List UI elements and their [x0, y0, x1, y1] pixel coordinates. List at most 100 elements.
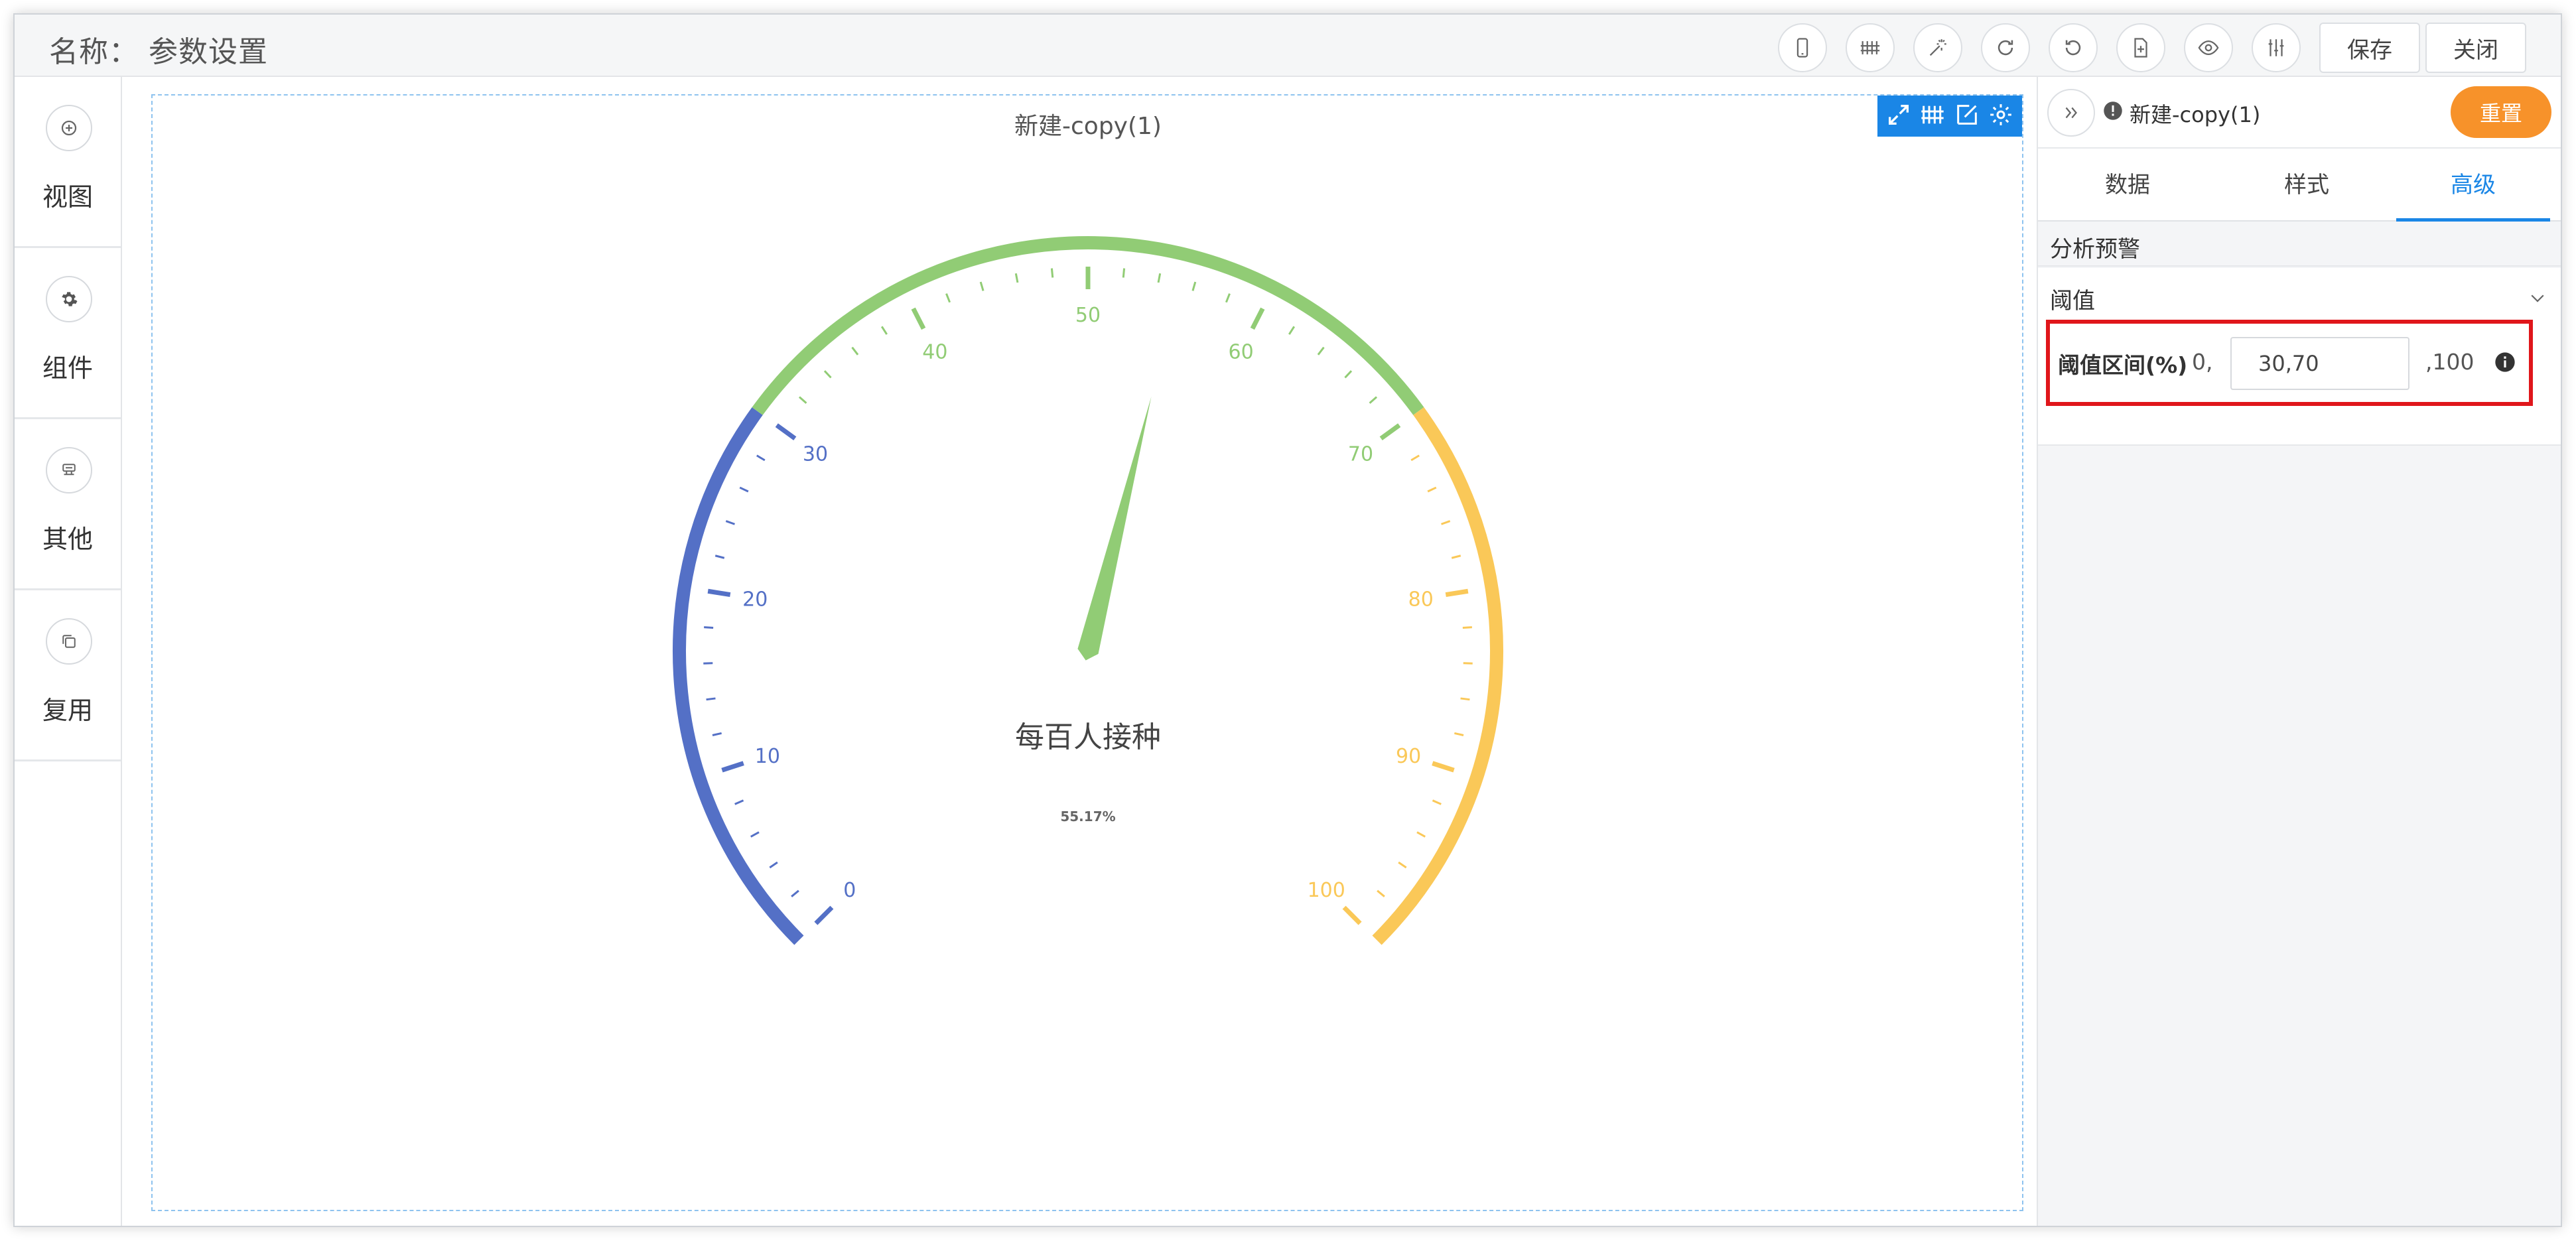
gauge-tick: [1122, 268, 1126, 278]
gauge-tick: [1342, 905, 1362, 925]
double-chevron-right-icon: [2065, 107, 2077, 119]
gauge-tick: [1225, 293, 1231, 303]
gauge-tick: [798, 396, 807, 404]
grid-icon[interactable]: [1846, 23, 1895, 72]
gauge-tick: [1427, 486, 1437, 493]
sidebar-item-label: 组件: [42, 354, 93, 383]
gauge-tick: [1410, 454, 1420, 462]
tab-style[interactable]: 样式: [2217, 149, 2396, 222]
settings-sliders-icon[interactable]: [2252, 23, 2301, 72]
gauge-chart: 新建-copy(1) 0102030405060708090100 每百人接种 …: [673, 113, 1503, 945]
gauge-tick-label: 50: [1075, 304, 1101, 327]
gauge-tick-label: 100: [1308, 879, 1345, 902]
gauge-value-label: 55.17%: [1060, 809, 1115, 824]
gauge-tick: [1454, 732, 1464, 736]
sidebar-item-label: 复用: [42, 696, 93, 725]
gauge-center-label: 每百人接种: [1015, 720, 1161, 754]
magic-icon[interactable]: [1913, 23, 1962, 72]
close-button[interactable]: 关闭: [2425, 23, 2526, 73]
sidebar-item-label: 视图: [42, 182, 93, 212]
gauge-tick: [721, 761, 744, 773]
gauge-tick: [712, 732, 722, 736]
save-button[interactable]: 保存: [2319, 23, 2420, 73]
sidebar-item-component[interactable]: 组件: [15, 248, 121, 419]
gauge-tick-label: 20: [742, 588, 768, 612]
mobile-icon[interactable]: [1778, 23, 1827, 72]
gauge-tick: [1191, 281, 1197, 291]
info-icon[interactable]: [2494, 352, 2516, 373]
gauge-tick: [1441, 520, 1451, 525]
panel-tabs: 数据 样式 高级: [2038, 149, 2561, 222]
threshold-collapse: 阈值 阈值区间(%) 0, ,100: [2038, 268, 2561, 446]
section-title: 分析预警: [2050, 236, 2140, 263]
chart-toolbar: [1877, 96, 2022, 137]
gauge-tick: [1250, 307, 1265, 330]
tab-data[interactable]: 数据: [2038, 149, 2217, 222]
design-canvas: 新建-copy(1) 0 10 20 30 40 50 60 70 80 90 100 每百人接种 …: [123, 77, 2035, 1226]
chevron-down-icon[interactable]: [2528, 288, 2547, 308]
gauge-ticks: [703, 267, 1473, 925]
gauge-tick: [750, 831, 760, 838]
gauge-tick: [1344, 370, 1353, 379]
gauge-tick: [1432, 799, 1442, 805]
gauge-tick: [1288, 326, 1296, 335]
sidebar-item-label: 其他: [42, 525, 93, 554]
export-icon[interactable]: [2116, 23, 2165, 72]
sidebar-item-other[interactable]: 其他: [15, 419, 121, 590]
gauge-tick: [1050, 268, 1054, 278]
gauge-tick: [707, 588, 731, 598]
gauge-tick: [1317, 346, 1325, 356]
gauge-tick: [1369, 396, 1378, 404]
gauge-tick-label: 0: [843, 879, 856, 902]
gauge-tick: [1014, 273, 1019, 283]
analysis-warning-section: 分析预警: [2038, 222, 2561, 267]
gear-icon[interactable]: [1988, 101, 2014, 131]
page-title: 名称： 参数设置: [49, 35, 268, 69]
gauge-tick: [734, 799, 744, 805]
panel-title: 新建-copy(1): [2130, 102, 2261, 127]
gauge-tick: [1445, 588, 1469, 598]
left-sidebar: 视图 组件 其他 复用: [15, 77, 122, 1226]
properties-panel: 新建-copy(1) 重置 数据 样式 高级 分析预警 阈值 阈值区间(%) 0…: [2037, 77, 2561, 1226]
gauge-tick: [756, 454, 766, 462]
gauge-tick: [714, 555, 725, 559]
top-bar: 名称： 参数设置 保存 关闭: [15, 15, 2561, 77]
edit-icon[interactable]: [1954, 101, 1980, 131]
gauge-tick-label: 10: [755, 745, 780, 768]
undo-icon[interactable]: [2049, 23, 2098, 72]
sidebar-item-view[interactable]: 视图: [15, 77, 121, 248]
tab-advanced[interactable]: 高级: [2396, 149, 2550, 222]
preview-icon[interactable]: [2184, 23, 2233, 72]
gauge-tick: [880, 326, 888, 335]
gauge-tick: [739, 486, 749, 493]
gauge-tick: [1379, 423, 1401, 440]
collapse-panel-button[interactable]: [2047, 89, 2095, 137]
gauge-tick: [1398, 861, 1407, 869]
info-icon: [2104, 101, 2122, 120]
gauge-tick-label: 60: [1229, 340, 1254, 363]
gauge-tick: [1157, 273, 1162, 283]
panel-header: 新建-copy(1) 重置: [2038, 77, 2561, 149]
copy-icon: [46, 618, 92, 665]
expand-icon[interactable]: [1885, 101, 1912, 131]
gauge-tick: [851, 346, 859, 356]
gauge-tick-label: 80: [1408, 588, 1434, 612]
gauge-tick: [1416, 831, 1426, 838]
plus-circle-icon: [46, 105, 92, 151]
sidebar-item-reuse[interactable]: 复用: [15, 590, 121, 761]
threshold-range-input[interactable]: [2230, 337, 2409, 390]
gauge-chart-widget[interactable]: 新建-copy(1) 0 10 20 30 40 50 60 70 80 90 100 每百人接种 …: [151, 94, 2023, 1211]
gauge-tick: [945, 293, 951, 303]
gauge-pointer-group: [1077, 396, 1152, 661]
gauge-tick: [814, 905, 834, 925]
threshold-heading[interactable]: 阈值: [2050, 283, 2095, 315]
reset-button[interactable]: 重置: [2451, 86, 2551, 138]
gear-icon: [46, 276, 92, 322]
grid-icon[interactable]: [1919, 101, 1946, 131]
threshold-prefix: 0,: [2192, 349, 2213, 375]
gauge-tick: [1460, 697, 1470, 701]
gauge-band-2: [1372, 407, 1503, 945]
app-window: 名称： 参数设置 保存 关闭 视图 组件 其他 复用 新建-copy(1) 0 …: [13, 13, 2562, 1227]
redo-icon[interactable]: [1981, 23, 2030, 72]
threshold-range-label: 阈值区间(%): [2058, 352, 2188, 378]
